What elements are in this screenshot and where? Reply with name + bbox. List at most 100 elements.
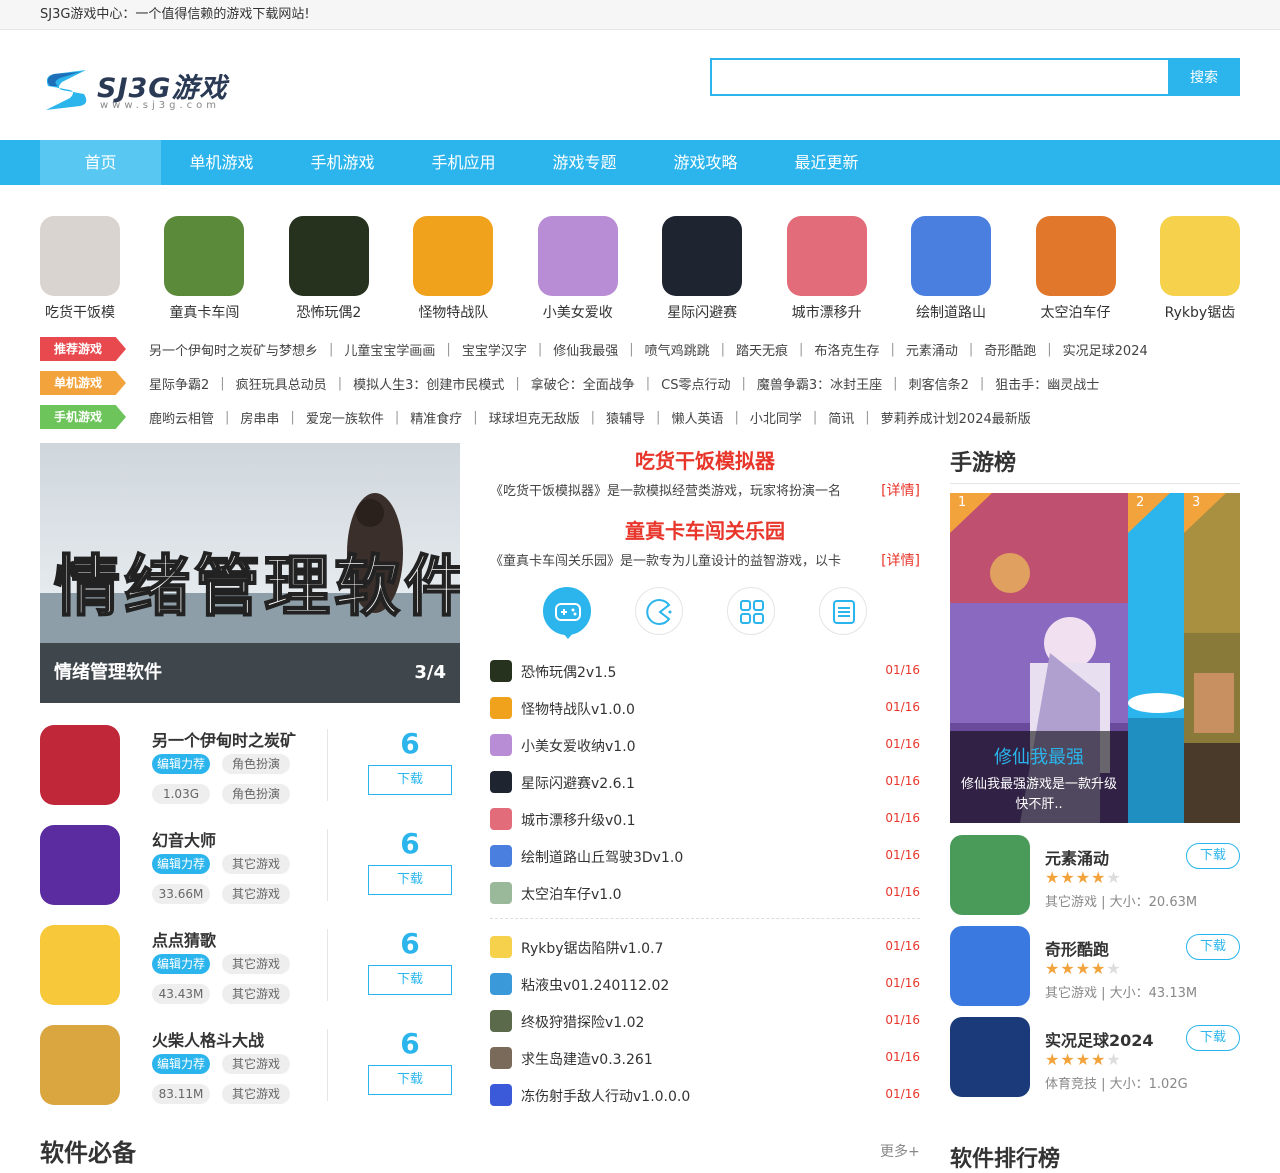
nav-home[interactable]: 首页 — [40, 140, 161, 185]
download-button[interactable]: 下载 — [368, 865, 452, 895]
app-name[interactable]: 奇形酷跑 — [1045, 936, 1109, 960]
nav-mobile-apps[interactable]: 手机应用 — [403, 140, 524, 185]
grid-icon[interactable] — [727, 587, 775, 635]
headline-more-link[interactable]: [详情] — [881, 480, 920, 500]
news-item[interactable]: Rykby锯齿陷阱v1.0.7 01/16 — [490, 936, 920, 958]
search-input[interactable] — [712, 60, 1168, 94]
rank-card-2[interactable]: 2 — [1128, 493, 1184, 823]
tag-link[interactable]: 房串串 — [229, 408, 290, 427]
headline-more-link[interactable]: [详情] — [881, 550, 920, 570]
app-name[interactable]: 另一个伊甸时之炭矿 — [152, 727, 296, 751]
tag-link[interactable]: 拿破仑：全面战争 — [520, 374, 646, 393]
site-logo[interactable]: SJ3G游戏 www.sj3g.com — [40, 60, 230, 116]
tag-label[interactable]: 推荐游戏 — [40, 337, 126, 361]
featured-game[interactable]: 吃货干饭模 — [40, 216, 120, 322]
app-icon[interactable] — [40, 825, 120, 905]
headline-title[interactable]: 童真卡车闯关乐园 — [490, 515, 920, 544]
news-item[interactable]: 粘液虫v01.240112.02 01/16 — [490, 973, 920, 995]
tag-link[interactable]: 修仙我最强 — [542, 340, 629, 359]
section-more-link[interactable]: 更多+ — [880, 1141, 920, 1161]
news-title[interactable]: 粘液虫v01.240112.02 — [521, 975, 669, 995]
tag-link[interactable]: 球球坦克无敌版 — [478, 408, 591, 427]
featured-game[interactable]: Rykby锯齿 — [1159, 216, 1240, 322]
headline-title[interactable]: 吃货干饭模拟器 — [490, 445, 920, 474]
nav-guides[interactable]: 游戏攻略 — [645, 140, 766, 185]
tag-label[interactable]: 手机游戏 — [40, 405, 126, 429]
tag-link[interactable]: 猿辅导 — [595, 408, 656, 427]
news-item[interactable]: 恐怖玩偶2v1.5 01/16 — [490, 660, 920, 682]
featured-game[interactable]: 怪物特战队 — [413, 216, 494, 322]
news-title[interactable]: 小美女爱收纳v1.0 — [521, 736, 636, 756]
tag-link[interactable]: 奇形酷跑 — [973, 340, 1047, 359]
news-title[interactable]: 星际闪避赛v2.6.1 — [521, 773, 635, 793]
tag-link[interactable]: 懒人英语 — [660, 408, 734, 427]
tag-link[interactable]: 萝莉养成计划2024最新版 — [870, 408, 1042, 427]
app-name[interactable]: 幻音大师 — [152, 827, 216, 851]
tag-link[interactable]: 踏天无痕 — [725, 340, 799, 359]
tag-link[interactable]: 实况足球2024 — [1052, 340, 1159, 359]
app-icon[interactable] — [40, 1025, 120, 1105]
featured-game[interactable]: 星际闪避赛 — [662, 216, 743, 322]
news-title[interactable]: 冻伤射手敌人行动v1.0.0.0 — [521, 1086, 690, 1106]
tag-link[interactable]: 疯狂玩具总动员 — [225, 374, 338, 393]
tag-link[interactable]: 爱宠一族软件 — [295, 408, 395, 427]
app-name[interactable]: 点点猜歌 — [152, 927, 216, 951]
search-button[interactable]: 搜索 — [1168, 58, 1240, 96]
featured-game[interactable]: 绘制道路山 — [911, 216, 992, 322]
banner-slide[interactable]: 情绪管理软件 情绪管理软件 3/4 — [40, 443, 460, 703]
news-item[interactable]: 星际闪避赛v2.6.1 01/16 — [490, 771, 920, 793]
featured-game[interactable]: 城市漂移升 — [786, 216, 867, 322]
app-icon[interactable] — [950, 926, 1030, 1006]
download-button[interactable]: 下载 — [368, 965, 452, 995]
download-button[interactable]: 下载 — [1186, 1025, 1240, 1051]
news-item[interactable]: 太空泊车仔v1.0 01/16 — [490, 882, 920, 904]
nav-topics[interactable]: 游戏专题 — [524, 140, 645, 185]
app-name[interactable]: 元素涌动 — [1045, 845, 1109, 869]
tag-link[interactable]: 喷气鸡跳跳 — [634, 340, 721, 359]
news-title[interactable]: 终极狩猎探险v1.02 — [521, 1012, 644, 1032]
news-title[interactable]: 怪物特战队v1.0.0 — [521, 699, 635, 719]
news-title[interactable]: 恐怖玩偶2v1.5 — [521, 662, 616, 682]
app-name[interactable]: 实况足球2024 — [1045, 1027, 1154, 1051]
tag-link[interactable]: 小北同学 — [739, 408, 813, 427]
news-item[interactable]: 求生岛建造v0.3.261 01/16 — [490, 1047, 920, 1069]
download-button[interactable]: 下载 — [1186, 934, 1240, 960]
download-button[interactable]: 下载 — [368, 765, 452, 795]
news-title[interactable]: 城市漂移升级v0.1 — [521, 810, 636, 830]
tag-link[interactable]: 鹿哟云相管 — [138, 408, 225, 427]
tag-link[interactable]: CS零点行动 — [650, 374, 741, 393]
news-item[interactable]: 城市漂移升级v0.1 01/16 — [490, 808, 920, 830]
tag-link[interactable]: 魔兽争霸3：冰封王座 — [746, 374, 893, 393]
pacman-icon[interactable] — [635, 587, 683, 635]
news-item[interactable]: 小美女爱收纳v1.0 01/16 — [490, 734, 920, 756]
nav-pc-games[interactable]: 单机游戏 — [161, 140, 282, 185]
document-icon[interactable] — [819, 587, 867, 635]
rank-card-1[interactable]: 1 修仙我最强 修仙我最强游戏是一款升级快不肝.. — [950, 493, 1128, 823]
news-item[interactable]: 怪物特战队v1.0.0 01/16 — [490, 697, 920, 719]
tag-link[interactable]: 星际争霸2 — [138, 374, 220, 393]
nav-recent[interactable]: 最近更新 — [766, 140, 887, 185]
news-item[interactable]: 终极狩猎探险v1.02 01/16 — [490, 1010, 920, 1032]
news-title[interactable]: 求生岛建造v0.3.261 — [521, 1049, 653, 1069]
tag-link[interactable]: 另一个伊甸时之炭矿与梦想乡 — [138, 340, 329, 359]
app-icon[interactable] — [950, 1017, 1030, 1097]
download-button[interactable]: 下载 — [368, 1065, 452, 1095]
app-icon[interactable] — [950, 835, 1030, 915]
gamepad-icon[interactable] — [543, 587, 591, 639]
tag-link[interactable]: 元素涌动 — [895, 340, 969, 359]
nav-mobile-games[interactable]: 手机游戏 — [282, 140, 403, 185]
tag-link[interactable]: 模拟人生3：创建市民模式 — [342, 374, 515, 393]
news-item[interactable]: 绘制道路山丘驾驶3Dv1.0 01/16 — [490, 845, 920, 867]
news-title[interactable]: Rykby锯齿陷阱v1.0.7 — [521, 938, 663, 958]
featured-game[interactable]: 恐怖玩偶2 — [288, 216, 369, 322]
app-icon[interactable] — [40, 725, 120, 805]
featured-game[interactable]: 太空泊车仔 — [1035, 216, 1116, 322]
app-icon[interactable] — [40, 925, 120, 1005]
news-title[interactable]: 太空泊车仔v1.0 — [521, 884, 622, 904]
rank-card-3[interactable]: 3 — [1184, 493, 1240, 823]
tag-link[interactable]: 刺客信条2 — [898, 374, 980, 393]
tag-link[interactable]: 儿童宝宝学画画 — [333, 340, 446, 359]
tag-link[interactable]: 精准食疗 — [399, 408, 473, 427]
app-name[interactable]: 火柴人格斗大战 — [152, 1027, 264, 1051]
tag-link[interactable]: 简讯 — [817, 408, 865, 427]
